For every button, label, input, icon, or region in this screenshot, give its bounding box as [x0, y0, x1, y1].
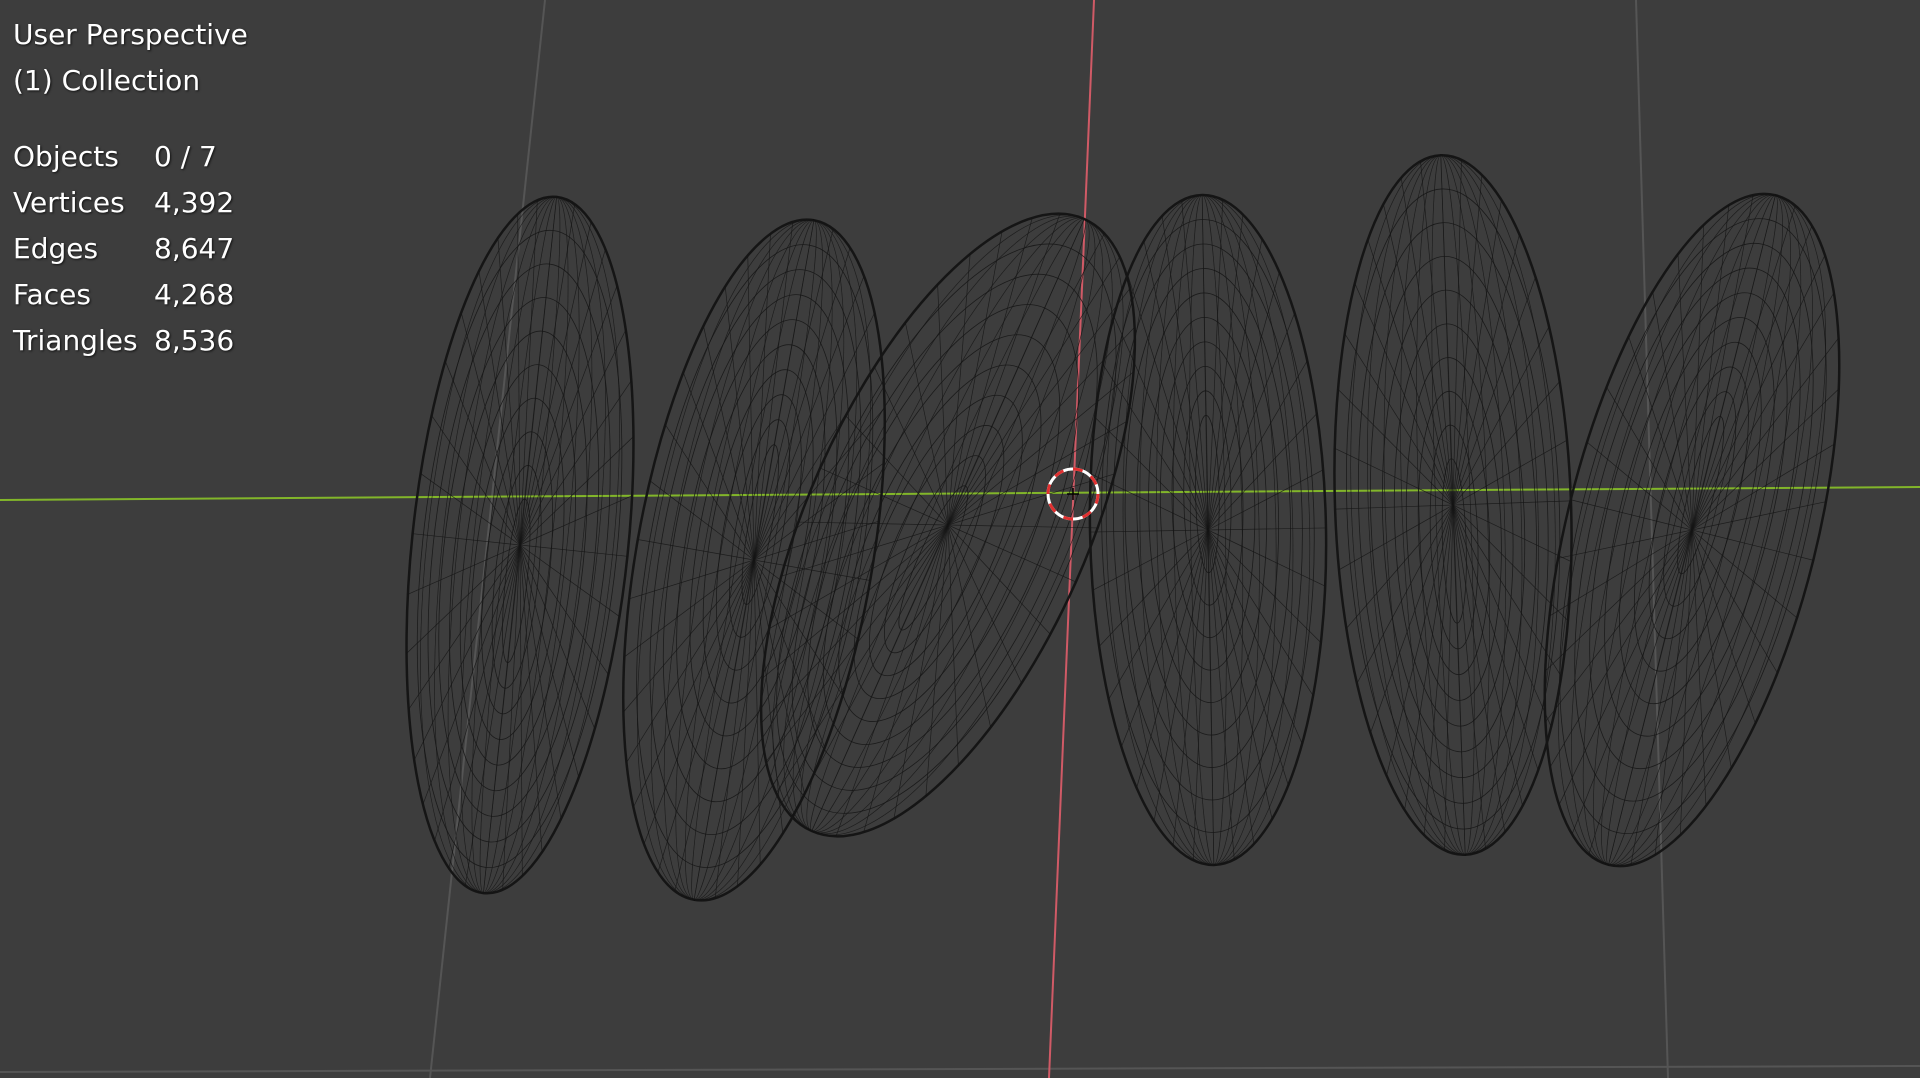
mesh-spoke — [1452, 504, 1523, 806]
stat-value: 8,536 — [154, 324, 235, 357]
stat-value: 4,392 — [154, 186, 235, 219]
viewport-scene — [0, 0, 1920, 1078]
mesh-spoke — [753, 357, 882, 561]
grid-line — [1635, 0, 1669, 1078]
mesh-spoke — [519, 544, 620, 617]
mesh-spoke — [420, 473, 521, 546]
mesh-spoke — [1181, 200, 1209, 531]
mesh-spoke — [863, 524, 949, 833]
stat-label: Faces — [13, 278, 91, 311]
stat-row-triangles: Triangles 8,536 — [13, 318, 234, 364]
floor-grid — [0, 0, 1920, 1078]
mesh-spoke — [1370, 504, 1454, 734]
mesh-spoke — [1691, 388, 1840, 531]
stat-row-objects: Objects 0 / 7 — [13, 134, 234, 180]
x-axis-line — [1048, 0, 1095, 1078]
mesh-spoke — [1400, 177, 1454, 506]
mesh-spoke — [1207, 529, 1273, 820]
mesh-spoke — [519, 285, 618, 546]
mesh-spoke — [1383, 204, 1454, 506]
mesh-spoke — [633, 559, 755, 808]
mesh-spoke — [626, 559, 755, 763]
mesh-spoke — [1094, 417, 1209, 531]
3d-viewport[interactable]: User Perspective (1) Collection Objects … — [0, 0, 1920, 1078]
stat-label: Edges — [13, 232, 99, 265]
mesh-spoke — [947, 524, 1077, 583]
stat-value: 4,268 — [154, 278, 235, 311]
mesh-spoke — [947, 524, 991, 728]
mesh-spoke — [1207, 360, 1308, 531]
stat-label: Objects — [13, 140, 119, 173]
collection-label: (1) Collection — [13, 64, 201, 97]
stat-label: Triangles — [13, 324, 138, 357]
mesh-spoke — [478, 271, 521, 546]
mesh-spoke — [1207, 529, 1255, 845]
mesh-spoke — [1452, 276, 1536, 506]
mesh-spoke — [1423, 504, 1454, 836]
mesh-spoke — [519, 544, 562, 819]
mesh-spoke — [1136, 529, 1209, 788]
mesh-spoke — [753, 462, 884, 561]
mesh-spoke — [768, 524, 949, 630]
mesh-spoke — [1207, 529, 1314, 696]
grid-line — [0, 1065, 1920, 1073]
mesh-spoke — [1354, 283, 1454, 506]
stat-value: 8,647 — [154, 232, 235, 265]
mesh-spoke — [1207, 214, 1244, 531]
mesh-object[interactable] — [1323, 151, 1583, 859]
stat-row-faces: Faces 4,268 — [13, 272, 234, 318]
mesh-spoke — [947, 326, 1135, 526]
mesh-spoke — [835, 524, 949, 837]
mesh-spoke — [464, 544, 521, 886]
stat-label: Vertices — [13, 186, 125, 219]
mesh-spoke — [624, 559, 755, 658]
mesh-spoke — [1691, 205, 1730, 531]
mesh-spoke — [1161, 215, 1209, 531]
viewport-info-overlay: User Perspective (1) Collection Objects … — [13, 12, 248, 364]
mesh-spoke — [408, 544, 521, 710]
mesh-spoke — [1207, 529, 1235, 860]
mesh-spoke — [1102, 364, 1209, 531]
mesh-spoke — [947, 213, 1061, 526]
view-name-label: User Perspective — [13, 18, 248, 51]
mesh-spoke — [753, 559, 805, 795]
mesh-spoke — [1172, 529, 1209, 846]
mesh-spoke — [947, 524, 1098, 529]
mesh-spoke — [1108, 529, 1209, 700]
mesh-spoke — [1691, 205, 1796, 531]
scene-statistics: Objects 0 / 7 Vertices 4,392 Edges 8,647… — [13, 134, 234, 364]
stat-value: 0 / 7 — [154, 140, 217, 173]
mesh-spoke — [674, 559, 755, 892]
mesh-spoke — [893, 524, 949, 819]
stat-row-edges: Edges 8,647 — [13, 226, 234, 272]
mesh-spoke — [1113, 316, 1209, 531]
mesh-spoke — [1452, 504, 1506, 833]
stat-row-vertices: Vertices 4,392 — [13, 180, 234, 226]
mesh-object[interactable] — [578, 200, 930, 920]
mesh-spoke — [1207, 529, 1322, 643]
mesh-object[interactable] — [1487, 165, 1897, 895]
mesh-object[interactable] — [376, 186, 664, 905]
mesh-objects[interactable] — [376, 151, 1897, 920]
grid-line — [429, 0, 546, 1078]
mesh-object[interactable] — [1084, 193, 1332, 867]
mesh-spoke — [1207, 529, 1303, 744]
mesh-spoke — [1654, 529, 1693, 855]
mesh-spoke — [1121, 529, 1209, 747]
